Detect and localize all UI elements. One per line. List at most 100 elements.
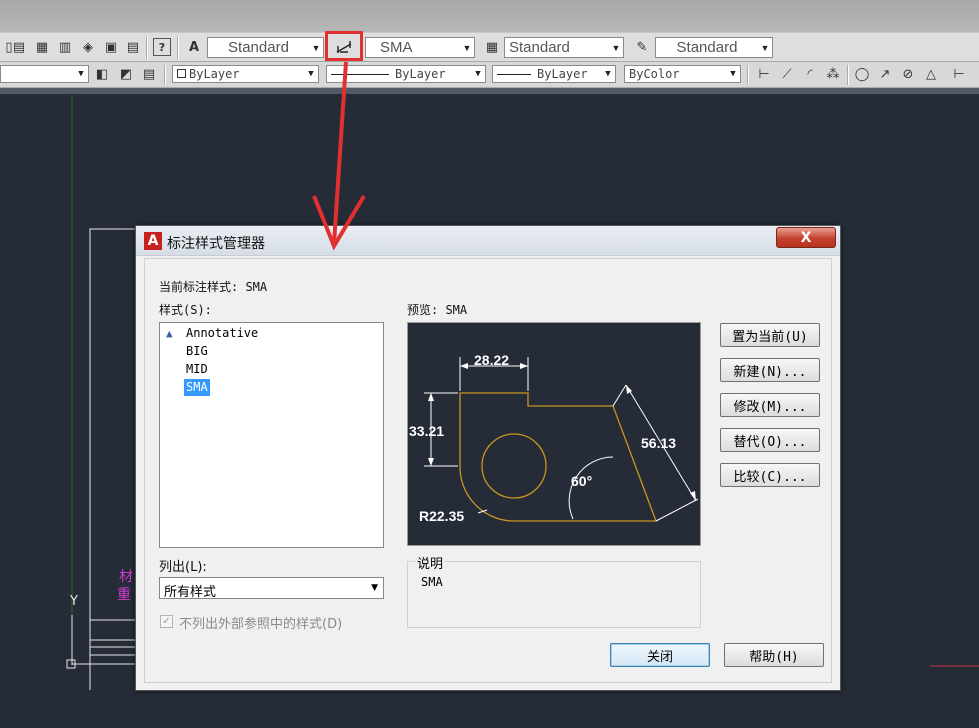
- layer-states-icon[interactable]: ▤: [140, 65, 158, 83]
- chevron-down-icon: ▼: [611, 42, 621, 53]
- current-style-label: 当前标注样式: SMA: [159, 280, 268, 294]
- dim-text-height: 33.21: [409, 423, 444, 439]
- dim-style-preview: 28.22 33.21 56.13 60° R22.35: [407, 322, 701, 546]
- help-icon[interactable]: ?: [153, 38, 171, 56]
- plotstyle-value: ByColor: [629, 67, 680, 81]
- toolbar-properties: ▼ ◧ ◩ ▤ ByLayer ▼ ByLayer ▼ ByLayer ▼ By…: [0, 62, 979, 88]
- layer-previous-icon[interactable]: ◩: [117, 65, 135, 83]
- override-style-button[interactable]: 替代(O)...: [720, 428, 820, 452]
- list-item-selected[interactable]: SMA: [184, 379, 210, 396]
- markup-icon[interactable]: ▣: [102, 38, 120, 56]
- text-style-select[interactable]: Standard ▼: [207, 37, 324, 58]
- line-sample-icon: [497, 73, 531, 75]
- plotstyle-select[interactable]: ByColor ▼: [624, 65, 741, 83]
- layer-select[interactable]: ▼: [0, 65, 89, 83]
- chevron-down-icon: ▼: [475, 69, 481, 79]
- dialog-body: 当前标注样式: SMA 样式(S): ▲ Annotative BIG MID …: [144, 258, 832, 683]
- toolbar-separator: [164, 65, 166, 85]
- description-group: [407, 561, 701, 628]
- side-text-2: 重: [117, 587, 131, 603]
- sheet-set-icon[interactable]: ◈: [79, 38, 97, 56]
- description-value: SMA: [421, 575, 443, 589]
- table-style-icon[interactable]: ▦: [483, 38, 501, 56]
- lineweight-select[interactable]: ByLayer ▼: [492, 65, 616, 83]
- axis-y-label: Y: [70, 594, 78, 609]
- table-style-value: Standard: [509, 39, 570, 56]
- description-label: 说明: [415, 553, 446, 572]
- toolbar-separator: [747, 65, 749, 85]
- color-value: ByLayer: [189, 67, 240, 81]
- chevron-down-icon: ▼: [605, 69, 611, 79]
- modify-style-button[interactable]: 修改(M)...: [720, 393, 820, 417]
- list-filter-value: 所有样式: [164, 585, 217, 600]
- linetype-select[interactable]: ByLayer ▼: [326, 65, 486, 83]
- toolbar-separator: [847, 65, 849, 85]
- chevron-down-icon: ▼: [308, 69, 314, 79]
- dim-style-manager-dialog: A 标注样式管理器 X 当前标注样式: SMA 样式(S): ▲ Annotat…: [135, 225, 841, 691]
- dim-text-width: 28.22: [474, 352, 509, 368]
- dim-style-select[interactable]: SMA ▼: [365, 37, 475, 58]
- toolbar-styles: ▯ ▤ ▦ ▥ ◈ ▣ ▤ ? A Standard ▼ SMA ▼ ▦ Sta…: [0, 32, 979, 62]
- chevron-down-icon: ▼: [730, 69, 736, 79]
- ordinate-dim-icon[interactable]: ⁂: [824, 65, 842, 83]
- close-dialog-button[interactable]: 关闭: [610, 643, 710, 667]
- color-swatch-icon: [177, 69, 186, 78]
- lineweight-value: ByLayer: [537, 67, 588, 81]
- dim-text-angle: 60°: [571, 473, 592, 489]
- radius-dim-icon[interactable]: ◯: [853, 65, 871, 83]
- highlight-box: [325, 31, 363, 61]
- styles-label: 样式(S):: [159, 303, 212, 317]
- jogged-dim-icon[interactable]: ↗: [876, 65, 894, 83]
- angular-dim-icon[interactable]: △: [922, 65, 940, 83]
- text-style-icon[interactable]: A: [185, 38, 203, 56]
- multileader-style-select[interactable]: Standard ▼: [655, 37, 773, 58]
- layer-current-icon[interactable]: ◧: [93, 65, 111, 83]
- arc-length-icon[interactable]: ◜: [801, 65, 819, 83]
- line-sample-icon: [331, 73, 389, 75]
- table-style-select[interactable]: Standard ▼: [504, 37, 624, 58]
- chevron-down-icon: ▼: [760, 42, 770, 53]
- list-item[interactable]: BIG: [184, 343, 210, 360]
- canvas-top-border: [0, 88, 979, 94]
- dim-text-radius: R22.35: [419, 508, 464, 524]
- styles-listbox[interactable]: ▲ Annotative BIG MID SMA: [159, 322, 384, 548]
- new-style-button[interactable]: 新建(N)...: [720, 358, 820, 382]
- linetype-value: ByLayer: [395, 67, 446, 81]
- quick-dim-icon[interactable]: ⊢: [950, 65, 968, 83]
- list-label: 列出(L):: [159, 560, 207, 575]
- chevron-down-icon: ▼: [311, 42, 321, 53]
- set-current-button[interactable]: 置为当前(U): [720, 323, 820, 347]
- autocad-logo-icon: A: [144, 232, 162, 250]
- text-style-value: Standard: [228, 39, 289, 56]
- chevron-down-icon: ▼: [371, 583, 378, 593]
- chevron-down-icon: ▼: [462, 42, 472, 53]
- aligned-dim-icon[interactable]: ⟋: [778, 65, 796, 83]
- diameter-dim-icon[interactable]: ⊘: [899, 65, 917, 83]
- annotative-icon: ▲: [166, 327, 173, 340]
- tool-palette-icon[interactable]: ▥: [56, 38, 74, 56]
- dim-text-slant: 56.13: [641, 435, 676, 451]
- calculator-icon[interactable]: ▤: [124, 38, 142, 56]
- dim-style-value: SMA: [380, 39, 413, 56]
- xref-checkbox[interactable]: ✓: [160, 615, 173, 628]
- compare-style-button[interactable]: 比较(C)...: [720, 463, 820, 487]
- color-select[interactable]: ByLayer ▼: [172, 65, 319, 83]
- preview-label: 预览: SMA: [407, 303, 468, 317]
- multileader-style-icon[interactable]: ✎: [633, 38, 651, 56]
- dialog-title: 标注样式管理器: [167, 236, 265, 252]
- list-item[interactable]: MID: [184, 361, 210, 378]
- help-button[interactable]: 帮助(H): [724, 643, 824, 667]
- close-icon: X: [800, 229, 812, 246]
- list-item[interactable]: ▲ Annotative: [166, 325, 260, 342]
- close-button[interactable]: X: [776, 227, 836, 248]
- dialog-titlebar[interactable]: A 标注样式管理器 X: [136, 226, 840, 256]
- design-center-icon[interactable]: ▦: [33, 38, 51, 56]
- preview-drawing: 28.22 33.21 56.13 60° R22.35: [409, 352, 699, 524]
- toolbar-separator: [146, 37, 148, 59]
- properties-icon[interactable]: ▤: [10, 38, 28, 56]
- xref-checkbox-label: 不列出外部参照中的样式(D): [179, 617, 343, 632]
- toolbar-separator: [177, 37, 179, 59]
- list-filter-select[interactable]: 所有样式 ▼: [159, 577, 384, 600]
- chevron-down-icon: ▼: [78, 69, 84, 79]
- linear-dim-icon[interactable]: ⊢: [755, 65, 773, 83]
